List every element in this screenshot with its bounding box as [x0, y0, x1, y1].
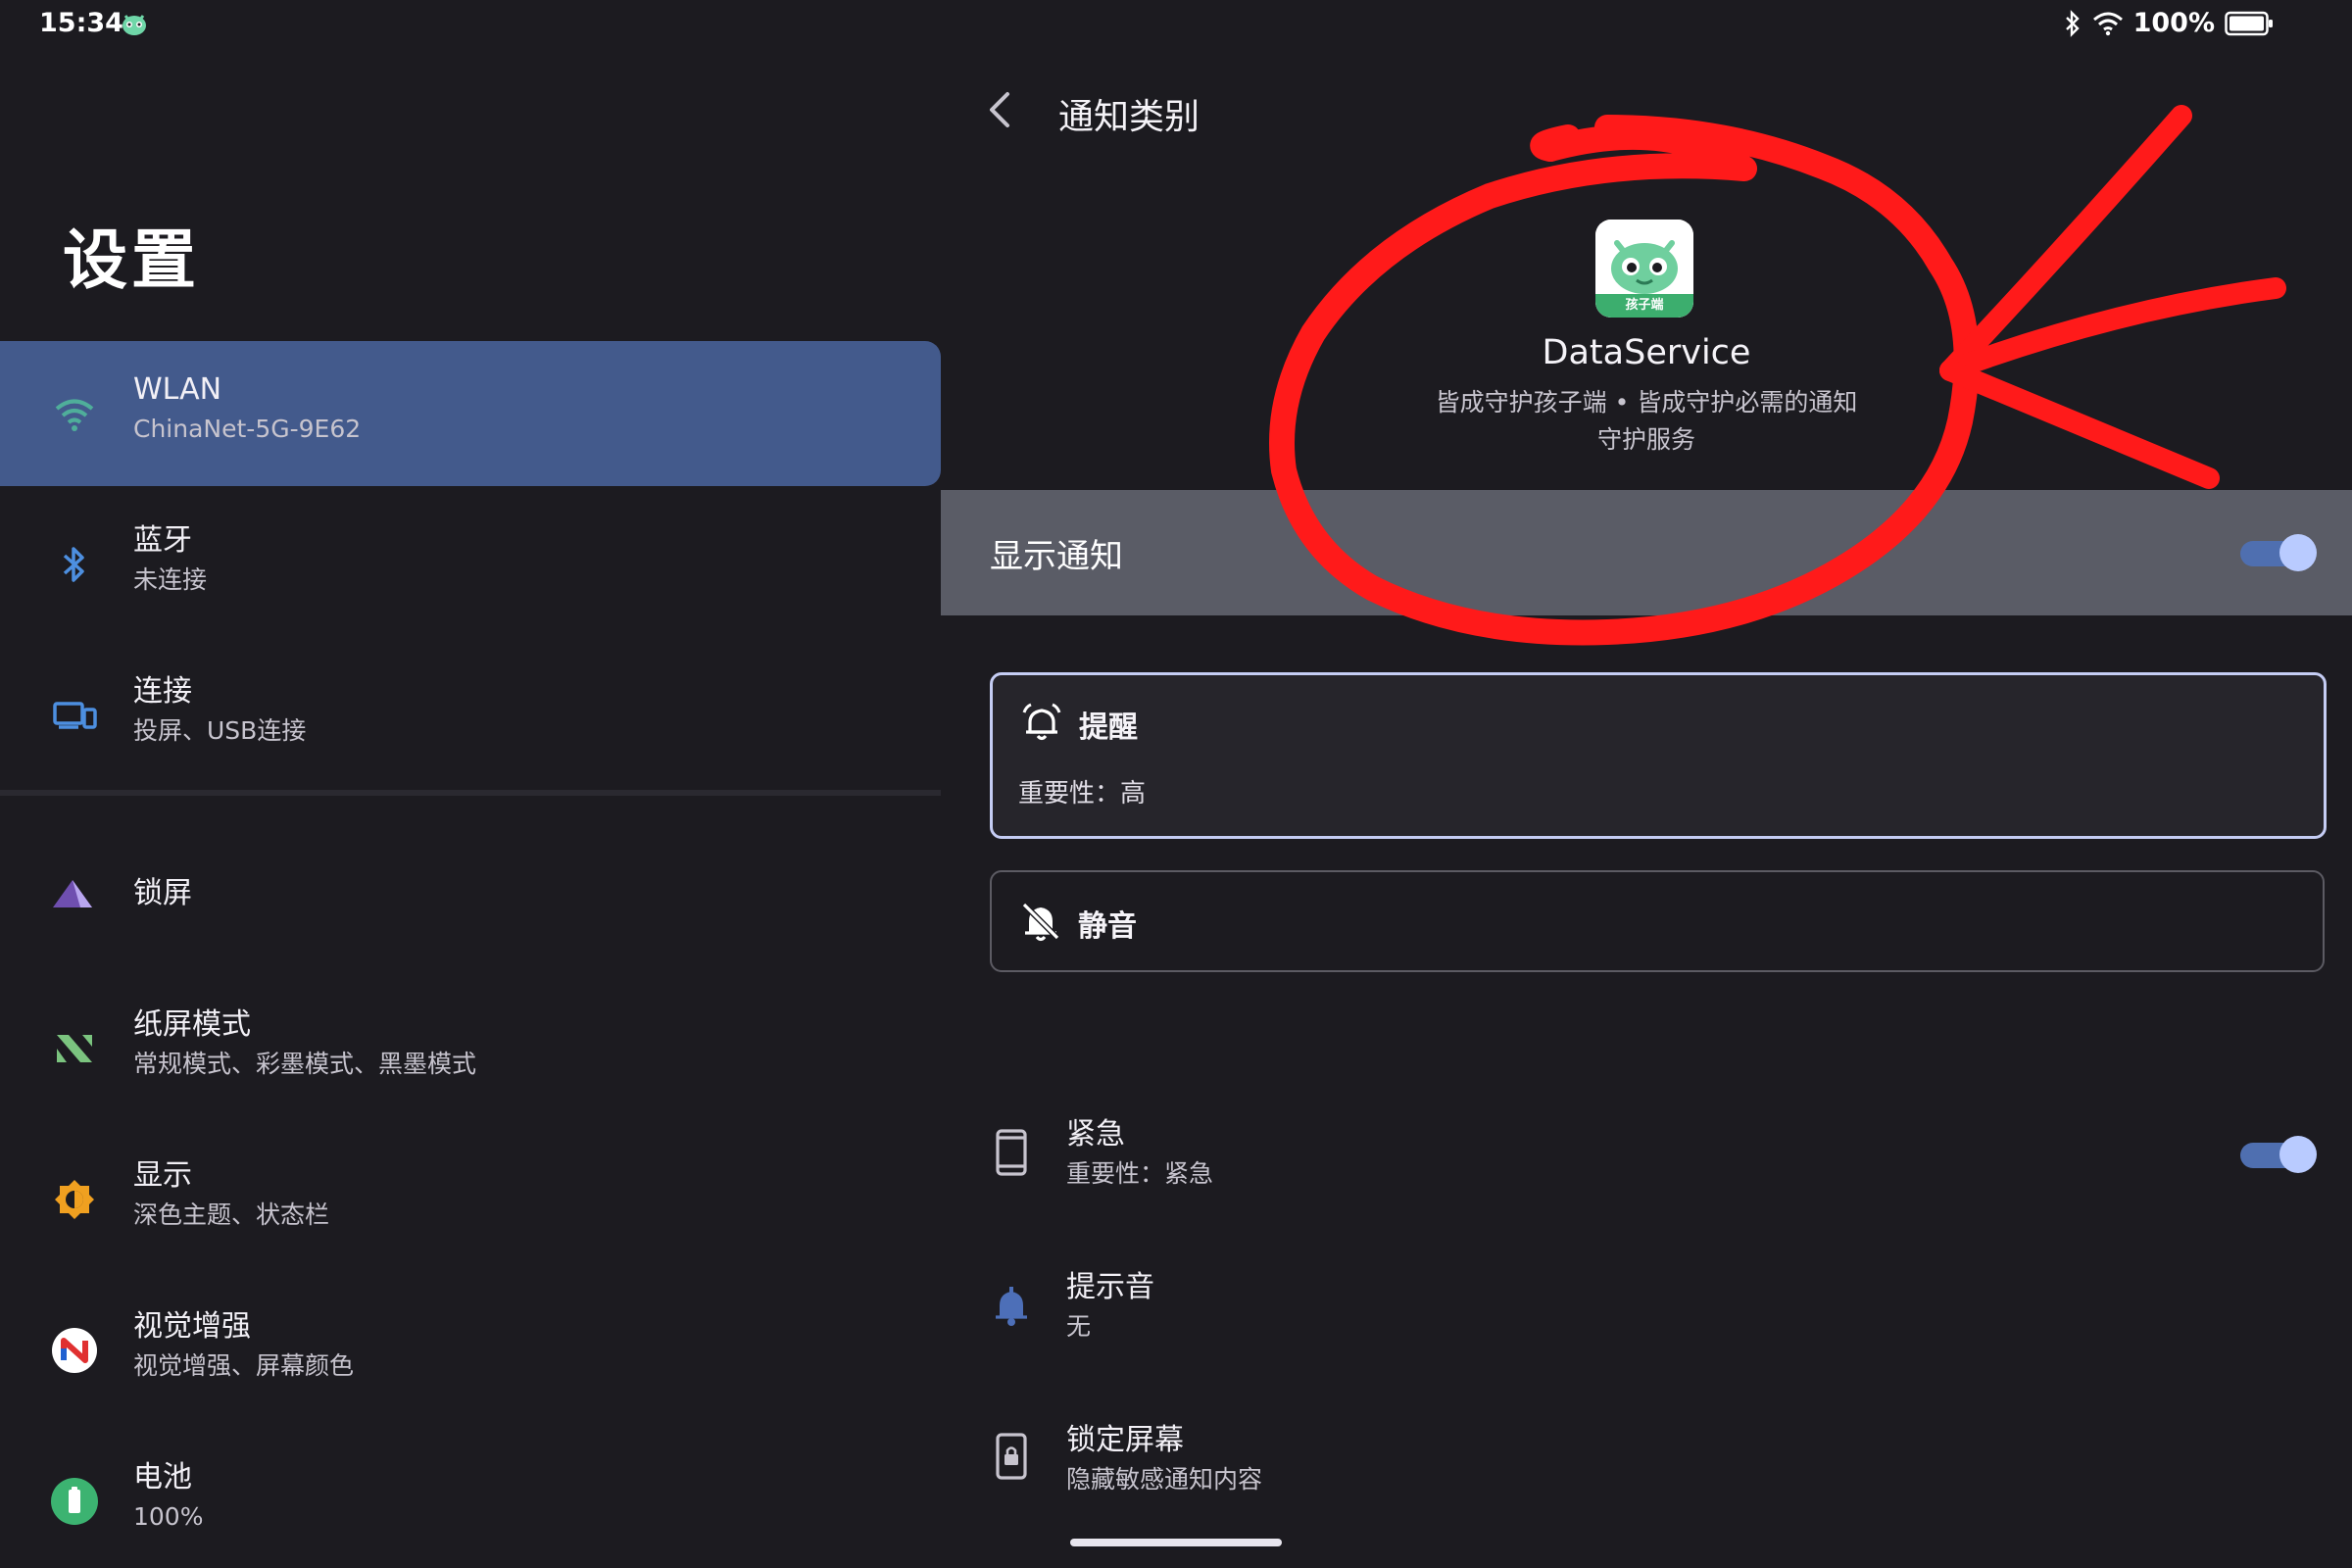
paper-mode-icon	[57, 1035, 92, 1062]
settings-item-title: WLAN	[133, 372, 222, 407]
app-icon: 孩子端	[1595, 220, 1693, 318]
screen: 15:34 100% 设置 WLAN ChinaNet-5G-9E62 蓝牙 未…	[0, 0, 2352, 1568]
bluetooth-icon	[2065, 9, 2080, 37]
home-indicator[interactable]	[1070, 1539, 1282, 1546]
settings-item-title: 纸屏模式	[133, 1007, 251, 1042]
lock-screen-row[interactable]: 锁定屏幕 隐藏敏感通知内容	[941, 1405, 2352, 1533]
settings-item-lock-screen[interactable]: 锁屏	[0, 835, 941, 958]
show-notifications-label: 显示通知	[990, 537, 1123, 576]
settings-item-texts: 视觉增强 视觉增强、屏幕颜色	[133, 1307, 354, 1384]
settings-item-title: 蓝牙	[133, 523, 192, 558]
alert-option[interactable]: 提醒 重要性：高	[990, 672, 2327, 839]
page-title: 通知类别	[1058, 97, 1200, 137]
settings-item-battery[interactable]: 电池 100%	[0, 1429, 941, 1568]
devices-icon	[53, 702, 97, 729]
app-icon-label: 孩子端	[1625, 298, 1664, 313]
phone-lock-icon	[996, 1433, 1027, 1480]
settings-item-title: 显示	[133, 1158, 192, 1193]
silent-option[interactable]: 静音	[990, 870, 2325, 972]
show-notifications-toggle[interactable]	[2236, 529, 2321, 576]
toggle-thumb	[2279, 1136, 2317, 1173]
app-description: 皆成守护孩子端 • 皆成守护必需的通知 守护服务	[1352, 384, 1940, 459]
settings-item-texts: 显示 深色主题、状态栏	[133, 1156, 329, 1233]
wifi-icon	[55, 399, 94, 431]
lock-screen-title: 锁定屏幕	[1066, 1423, 1184, 1457]
visual-enhance-icon	[52, 1328, 97, 1373]
app-notification-icon	[122, 15, 146, 35]
settings-item-wlan[interactable]: WLAN ChinaNet-5G-9E62	[0, 341, 941, 486]
section-divider	[0, 790, 941, 796]
settings-item-texts: 连接 投屏、USB连接	[133, 672, 306, 749]
sound-row[interactable]: 提示音 无	[941, 1252, 2352, 1380]
settings-list-pane: 设置 WLAN ChinaNet-5G-9E62 蓝牙 未连接 连接 投屏、US…	[0, 51, 941, 1568]
settings-title: 设置	[63, 222, 200, 298]
settings-item-texts: 锁屏	[133, 874, 192, 913]
wifi-icon	[2092, 12, 2123, 35]
urgent-row[interactable]: 紧急 重要性：紧急	[941, 1100, 2352, 1227]
settings-item-subtitle: 视觉增强、屏幕颜色	[133, 1351, 355, 1380]
settings-item-subtitle: 投屏、USB连接	[133, 716, 307, 745]
settings-item-subtitle: ChinaNet-5G-9E62	[133, 415, 362, 443]
back-arrow-icon[interactable]	[978, 86, 1025, 133]
lock-screen-icon	[53, 880, 92, 907]
status-time: 15:34	[39, 8, 123, 38]
urgent-title: 紧急	[1066, 1117, 1125, 1152]
show-notifications-row[interactable]: 显示通知	[941, 490, 2352, 615]
alarm-bell-icon	[1022, 703, 1061, 741]
bluetooth-icon	[63, 547, 84, 582]
settings-item-paper-mode[interactable]: 纸屏模式 常规模式、彩墨模式、黑墨模式	[0, 976, 941, 1121]
sound-subtitle: 无	[1066, 1312, 1092, 1341]
settings-item-title: 连接	[133, 674, 192, 709]
bell-icon	[996, 1287, 1027, 1326]
settings-item-visual-enhance[interactable]: 视觉增强 视觉增强、屏幕颜色	[0, 1278, 941, 1423]
app-description-line: 皆成守护孩子端 • 皆成守护必需的通知	[1435, 388, 1858, 416]
battery-icon	[2225, 11, 2273, 35]
urgent-row-texts: 紧急 重要性：紧急	[1066, 1115, 1213, 1192]
alert-option-subtitle: 重要性：高	[1018, 779, 1147, 808]
settings-item-subtitle: 深色主题、状态栏	[133, 1200, 330, 1229]
settings-item-display[interactable]: 显示 深色主题、状态栏	[0, 1127, 941, 1272]
lock-screen-row-texts: 锁定屏幕 隐藏敏感通知内容	[1066, 1421, 1262, 1497]
settings-item-connection[interactable]: 连接 投屏、USB连接	[0, 643, 941, 788]
app-description-line: 守护服务	[1596, 425, 1695, 454]
settings-item-title: 锁屏	[133, 876, 192, 910]
settings-item-subtitle: 未连接	[133, 565, 208, 594]
app-name: DataService	[1542, 333, 1751, 372]
display-icon	[55, 1180, 94, 1219]
settings-item-texts: WLAN ChinaNet-5G-9E62	[133, 370, 361, 447]
settings-item-texts: 电池 100%	[133, 1458, 203, 1535]
settings-item-subtitle: 常规模式、彩墨模式、黑墨模式	[133, 1050, 477, 1078]
urgent-subtitle: 重要性：紧急	[1066, 1159, 1214, 1188]
silent-option-title: 静音	[1078, 909, 1137, 944]
phone-icon	[996, 1129, 1027, 1176]
urgent-toggle[interactable]	[2236, 1131, 2321, 1178]
alert-option-title: 提醒	[1079, 710, 1138, 745]
settings-item-title: 电池	[133, 1460, 192, 1494]
settings-item-subtitle: 100%	[133, 1502, 204, 1531]
settings-item-texts: 纸屏模式 常规模式、彩墨模式、黑墨模式	[133, 1005, 476, 1082]
battery-icon	[51, 1478, 98, 1525]
settings-item-bluetooth[interactable]: 蓝牙 未连接	[0, 492, 941, 637]
status-bar: 15:34 100%	[0, 0, 2352, 51]
settings-item-texts: 蓝牙 未连接	[133, 521, 207, 598]
lock-screen-subtitle: 隐藏敏感通知内容	[1066, 1465, 1263, 1494]
settings-item-title: 视觉增强	[133, 1309, 251, 1344]
sound-title: 提示音	[1066, 1270, 1154, 1304]
toggle-thumb	[2279, 534, 2317, 571]
notification-category-pane: 通知类别 孩子端 DataService 皆成守护孩子端 • 皆成守护必需的通知…	[941, 51, 2352, 1568]
status-right: 100%	[2063, 8, 2274, 38]
battery-percent: 100%	[2132, 8, 2215, 38]
sound-row-texts: 提示音 无	[1066, 1268, 1154, 1345]
bell-off-icon	[1021, 902, 1060, 942]
